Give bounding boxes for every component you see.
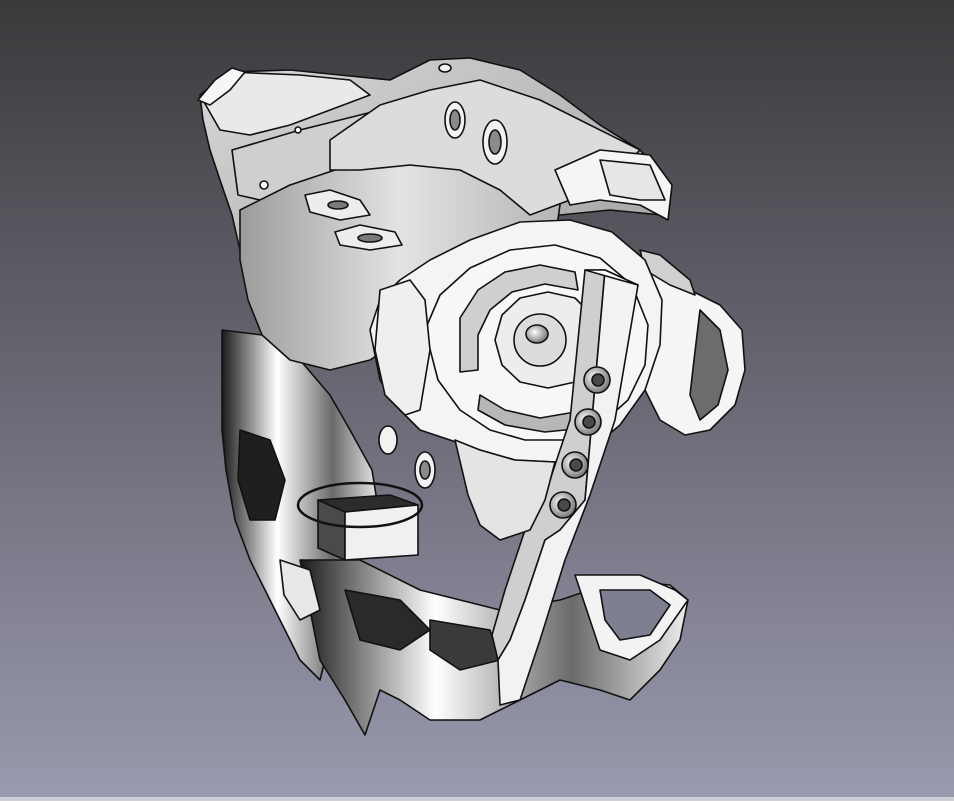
bar-hole-2-inner bbox=[582, 415, 596, 429]
3d-viewport[interactable] bbox=[0, 0, 954, 801]
boss-top-1-hole bbox=[449, 109, 461, 131]
tab-left-hole-1 bbox=[327, 200, 349, 210]
bar-hole-1-inner bbox=[591, 373, 605, 387]
bar-hole-3-inner bbox=[569, 458, 583, 472]
small-hole-2 bbox=[259, 180, 269, 190]
lower-boss-1 bbox=[378, 425, 398, 455]
bar-hole-4-inner bbox=[557, 498, 571, 512]
lower-boss-2-hole bbox=[419, 460, 431, 480]
boss-top-2-hole bbox=[488, 129, 502, 155]
small-hole-1 bbox=[294, 126, 302, 134]
boss-top-3 bbox=[438, 63, 452, 73]
tab-left-hole-2 bbox=[357, 233, 383, 243]
disc-hub-hole bbox=[525, 324, 549, 344]
viewport-bottom-edge bbox=[0, 797, 954, 801]
cage-block-side bbox=[344, 504, 419, 561]
3d-model-render[interactable] bbox=[0, 0, 954, 801]
